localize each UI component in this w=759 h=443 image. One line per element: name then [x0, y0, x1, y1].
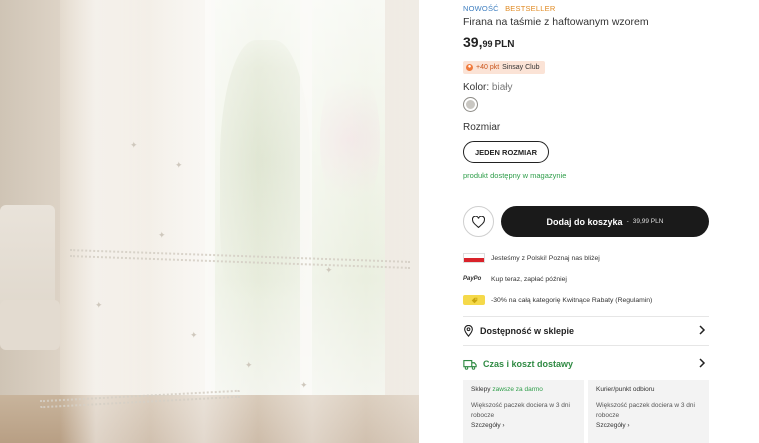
club-name: Sinsay Club	[502, 64, 540, 71]
shipping-details-label: Szczegóły	[471, 422, 501, 429]
embroidery-motif: ✦	[95, 300, 103, 310]
shipping-details-link[interactable]: Szczegóły ›	[596, 422, 701, 429]
shipping-option-badge: zawsze za darmo	[492, 386, 543, 393]
add-to-cart-price: 39,99 PLN	[632, 218, 664, 225]
price-cents: 99	[482, 39, 493, 49]
store-availability-link[interactable]: Dostępność w sklepie	[463, 321, 709, 341]
color-swatch[interactable]	[463, 97, 478, 112]
paypo-icon: PayPo	[463, 276, 482, 282]
product-image[interactable]: ✦ ✦ ✦ ✦ ✦ ✦ ✦ ✦	[0, 0, 419, 443]
color-label: Kolor: biały	[463, 82, 512, 93]
embroidery-motif: ✦	[158, 230, 166, 240]
price-currency: PLN	[494, 39, 515, 50]
badge-bestseller: BESTSELLER	[505, 4, 556, 13]
delivery-label: Czas i koszt dostawy	[483, 359, 574, 369]
embroidery-motif: ✦	[325, 265, 333, 275]
divider	[463, 345, 709, 346]
product-details: NOWOŚĆ BESTSELLER Firana na taśmie z haf…	[463, 0, 713, 443]
size-label: Rozmiar	[463, 122, 501, 133]
badge-new: NOWOŚĆ	[463, 4, 499, 13]
add-to-cart-label: Dodaj do koszyka	[546, 216, 623, 227]
shipping-option-title: Kurier/punkt odbioru	[596, 386, 655, 393]
shipping-option-header: Kurier/punkt odbioru	[596, 386, 701, 393]
divider	[463, 316, 709, 317]
heart-icon	[472, 215, 485, 228]
info-text: Jesteśmy z Polski! Poznaj nas bliżej	[491, 254, 600, 262]
info-row-poland[interactable]: Jesteśmy z Polski! Poznaj nas bliżej	[463, 251, 600, 265]
location-pin-icon	[464, 325, 473, 337]
info-text: -30% na całą kategorię Kwitnące Rabaty (…	[491, 296, 653, 304]
chevron-right-icon	[699, 358, 706, 368]
shipping-details-link[interactable]: Szczegóły ›	[471, 422, 576, 429]
photo-curtain	[60, 0, 419, 443]
shipping-option-header: Sklepy zawsze za darmo	[471, 386, 576, 393]
wishlist-button[interactable]	[463, 206, 494, 237]
delivery-info-link[interactable]: Czas i koszt dostawy	[463, 354, 709, 374]
price-main: 39,	[463, 34, 483, 50]
poland-flag-icon	[463, 253, 485, 263]
embroidery-motif: ✦	[190, 330, 198, 340]
size-option-button[interactable]: JEDEN ROZMIAR	[463, 141, 549, 163]
product-title: Firana na taśmie z haftowanym wzorem	[463, 16, 649, 28]
shipping-option-title: Sklepy	[471, 386, 491, 393]
shipping-details-label: Szczegóły	[596, 422, 626, 429]
info-row-discount[interactable]: -30% na całą kategorię Kwitnące Rabaty (…	[463, 293, 652, 307]
club-points: +40 pkt	[476, 64, 500, 71]
stock-availability: produkt dostępny w magazynie	[463, 171, 567, 180]
shipping-option-courier: Kurier/punkt odbioru Większość paczek do…	[588, 380, 709, 443]
discount-tag-icon	[463, 295, 485, 305]
shipping-option-text: Większość paczek dociera w 3 dni robocze	[471, 402, 570, 419]
embroidery-motif: ✦	[245, 360, 253, 370]
embroidery-motif: ✦	[300, 380, 308, 390]
embroidery-motif: ✦	[175, 160, 183, 170]
add-to-cart-button[interactable]: Dodaj do koszyka - 39,99 PLN	[501, 206, 709, 237]
club-points-badge: ● +40 pkt Sinsay Club	[463, 61, 545, 74]
shipping-option-text: Większość paczek dociera w 3 dni robocze	[596, 402, 695, 419]
delivery-truck-icon	[463, 359, 477, 370]
info-text: Kup teraz, zapłać później	[491, 275, 567, 283]
store-availability-label: Dostępność w sklepie	[480, 326, 575, 336]
chevron-right-icon	[699, 325, 706, 335]
color-value: biały	[491, 82, 513, 93]
product-price: 39,99 PLN	[463, 34, 514, 50]
club-coin-icon: ●	[466, 64, 473, 71]
product-badges: NOWOŚĆ BESTSELLER	[463, 4, 555, 13]
color-label-text: Kolor:	[463, 82, 490, 93]
info-row-paypo[interactable]: PayPo Kup teraz, zapłać później	[463, 272, 567, 286]
embroidery-motif: ✦	[130, 140, 138, 150]
photo-sofa-seat	[0, 300, 60, 350]
add-to-cart-separator: -	[626, 218, 629, 225]
shipping-option-stores: Sklepy zawsze za darmo Większość paczek …	[463, 380, 584, 443]
